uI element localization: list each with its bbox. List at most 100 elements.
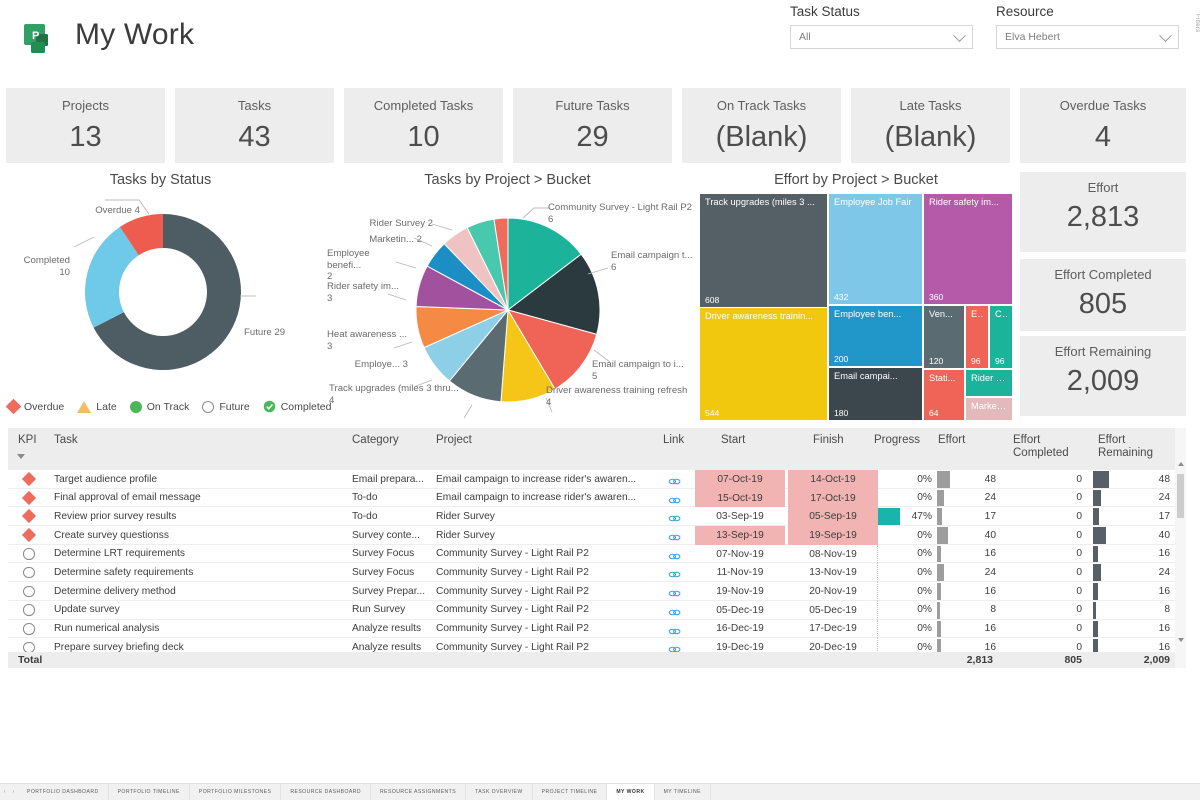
table-row[interactable]: Target audience profileEmail prepara...E… [8, 470, 1186, 489]
report-tab-portfolio-dashboard[interactable]: PORTFOLIO DASHBOARD [18, 784, 109, 800]
link-icon[interactable] [668, 605, 682, 616]
report-tab-task-overview[interactable]: TASK OVERVIEW [466, 784, 533, 800]
filter-resource[interactable]: Resource Elva Hebert [996, 4, 1179, 49]
column-header-effort-completed[interactable]: Effort Completed [1013, 434, 1073, 460]
link-icon[interactable] [668, 586, 682, 597]
leader-line [523, 208, 550, 218]
treemap-cell-7[interactable]: Stati...64 [924, 370, 964, 420]
kpi-card-on-track-tasks[interactable]: On Track Tasks(Blank) [682, 88, 841, 163]
cell-effort-completed: 0 [1018, 623, 1082, 634]
table-row[interactable]: Final approval of email messageTo-doEmai… [8, 489, 1186, 508]
link-icon[interactable] [668, 567, 682, 578]
treemap-cell-0[interactable]: Track upgrades (miles 3 ...608 [700, 194, 827, 307]
report-tab-my-work[interactable]: MY WORK [607, 784, 654, 800]
legend-item-overdue[interactable]: Overdue [8, 401, 64, 413]
kpi-card-overdue-tasks[interactable]: Overdue Tasks4 [1020, 88, 1186, 163]
report-tab-my-timeline[interactable]: MY TIMELINE [655, 784, 711, 800]
tasks-by-project-title: Tasks by Project > Bucket [320, 172, 695, 188]
report-tab-portfolio-milestones[interactable]: PORTFOLIO MILESTONES [190, 784, 282, 800]
table-row[interactable]: Create survey questionssSurvey conte...R… [8, 526, 1186, 545]
legend-item-late[interactable]: Late [77, 401, 116, 413]
link-icon[interactable] [668, 624, 682, 635]
table-scrollbar[interactable] [1175, 428, 1186, 668]
table-row[interactable]: Update surveyRun SurveyCommunity Survey … [8, 601, 1186, 620]
treemap-cell-2[interactable]: Employee Job Fair432 [829, 194, 922, 304]
column-header-link[interactable]: Link [663, 434, 684, 447]
table-row[interactable]: Determine safety requirementsSurvey Focu… [8, 563, 1186, 582]
column-header-kpi[interactable]: KPI [18, 434, 37, 447]
chevron-left-icon[interactable]: ‹ [0, 784, 9, 800]
filter-task-status-dropdown[interactable]: All [790, 25, 973, 49]
treemap-cell-6[interactable]: Ven...120 [924, 306, 964, 368]
chevron-down-icon[interactable] [17, 454, 25, 459]
column-header-start[interactable]: Start [721, 434, 745, 447]
column-header-task[interactable]: Task [54, 434, 78, 447]
kpi-card-tasks[interactable]: Tasks43 [175, 88, 334, 163]
cell-progress: 0% [906, 567, 932, 578]
kpi-card-late-tasks[interactable]: Late Tasks(Blank) [851, 88, 1010, 163]
effort-card-effort-completed[interactable]: Effort Completed 805 [1020, 259, 1186, 331]
cell-effort: 16 [948, 548, 996, 559]
link-icon[interactable] [668, 474, 682, 485]
effort-by-project-treemap[interactable]: Track upgrades (miles 3 ...608Driver awa… [700, 194, 1012, 420]
chevron-down-icon[interactable] [953, 29, 966, 42]
report-tab-bar[interactable]: ‹›PORTFOLIO DASHBOARDPORTFOLIO TIMELINEP… [0, 783, 1200, 800]
cell-effort-completed: 0 [1018, 511, 1082, 522]
treemap-cell-4[interactable]: Email campai...180 [829, 368, 922, 420]
effort-card-label: Effort Remaining [1055, 344, 1152, 359]
legend-item-on-track[interactable]: On Track [130, 401, 190, 413]
column-header-finish[interactable]: Finish [813, 434, 844, 447]
effort-remaining-bar [1093, 583, 1098, 600]
table-row[interactable]: Prepare survey briefing deckAnalyze resu… [8, 638, 1186, 652]
report-tab-portfolio-timeline[interactable]: PORTFOLIO TIMELINE [109, 784, 190, 800]
effort-card-value: 805 [1079, 288, 1127, 321]
column-header-category[interactable]: Category [352, 434, 399, 447]
effort-card-effort-remaining[interactable]: Effort Remaining2,009 [1020, 336, 1186, 416]
link-icon[interactable] [668, 530, 682, 541]
link-icon[interactable] [668, 549, 682, 560]
filter-task-status[interactable]: Task Status All [790, 4, 973, 49]
column-header-effort[interactable]: Effort [938, 434, 965, 447]
diamond-icon [6, 399, 22, 415]
treemap-cell-1[interactable]: Driver awareness trainin...544 [700, 308, 827, 420]
column-header-project[interactable]: Project [436, 434, 472, 447]
column-header-progress[interactable]: Progress [874, 434, 920, 447]
legend-item-future[interactable]: Future [202, 401, 249, 413]
cell-task: Review prior survey results [54, 511, 344, 522]
kpi-card-projects[interactable]: Projects13 [6, 88, 165, 163]
treemap-cell-11[interactable]: Marketing ... [966, 398, 1012, 420]
table-row[interactable]: Review prior survey resultsTo-doRider Su… [8, 507, 1186, 526]
chevron-down-icon[interactable] [1159, 29, 1172, 42]
scroll-up-icon[interactable] [1178, 462, 1184, 466]
donut-label-completed: Completed 10 [8, 255, 70, 278]
tasks-table[interactable]: KPI Task Category Project Link Start Fin… [8, 428, 1186, 668]
treemap-cell-8[interactable]: Em...96 [966, 306, 988, 368]
cell-task: Target audience profile [54, 474, 344, 485]
scroll-down-icon[interactable] [1178, 638, 1184, 642]
effort-card-effort[interactable]: Effort2,813 [1020, 172, 1186, 252]
kpi-card-completed-tasks[interactable]: Completed Tasks10 [344, 88, 503, 163]
link-icon[interactable] [668, 642, 682, 652]
table-row[interactable]: Determine LRT requirementsSurvey FocusCo… [8, 545, 1186, 564]
report-tab-project-timeline[interactable]: PROJECT TIMELINE [533, 784, 608, 800]
column-header-effort-remaining[interactable]: Effort Remaining [1098, 434, 1160, 460]
chevron-right-icon[interactable]: › [9, 784, 18, 800]
report-tab-resource-dashboard[interactable]: RESOURCE DASHBOARD [281, 784, 371, 800]
link-icon[interactable] [668, 493, 682, 504]
treemap-cell-3[interactable]: Employee ben...200 [829, 306, 922, 366]
kpi-card-future-tasks[interactable]: Future Tasks29 [513, 88, 672, 163]
tasks-by-status-donut[interactable] [8, 192, 313, 397]
link-icon[interactable] [668, 511, 682, 522]
report-tab-resource-assignments[interactable]: RESOURCE ASSIGNMENTS [371, 784, 466, 800]
table-body[interactable]: Target audience profileEmail prepara...E… [8, 470, 1186, 652]
treemap-cell-5[interactable]: Rider safety im...360 [924, 194, 1012, 304]
effort-card-label: Effort Completed [1054, 267, 1151, 282]
treemap-cell-10[interactable]: Rider Survey [966, 370, 1012, 396]
table-row[interactable]: Run numerical analysisAnalyze resultsCom… [8, 620, 1186, 639]
table-row[interactable]: Determine delivery methodSurvey Prepar..… [8, 582, 1186, 601]
scrollbar-thumb[interactable] [1177, 474, 1184, 518]
treemap-cell-9[interactable]: Co...96 [990, 306, 1012, 368]
legend-item-label: Future [219, 401, 249, 413]
filter-resource-dropdown[interactable]: Elva Hebert [996, 25, 1179, 49]
filters-side-tab[interactable]: Filters [1194, 14, 1200, 32]
